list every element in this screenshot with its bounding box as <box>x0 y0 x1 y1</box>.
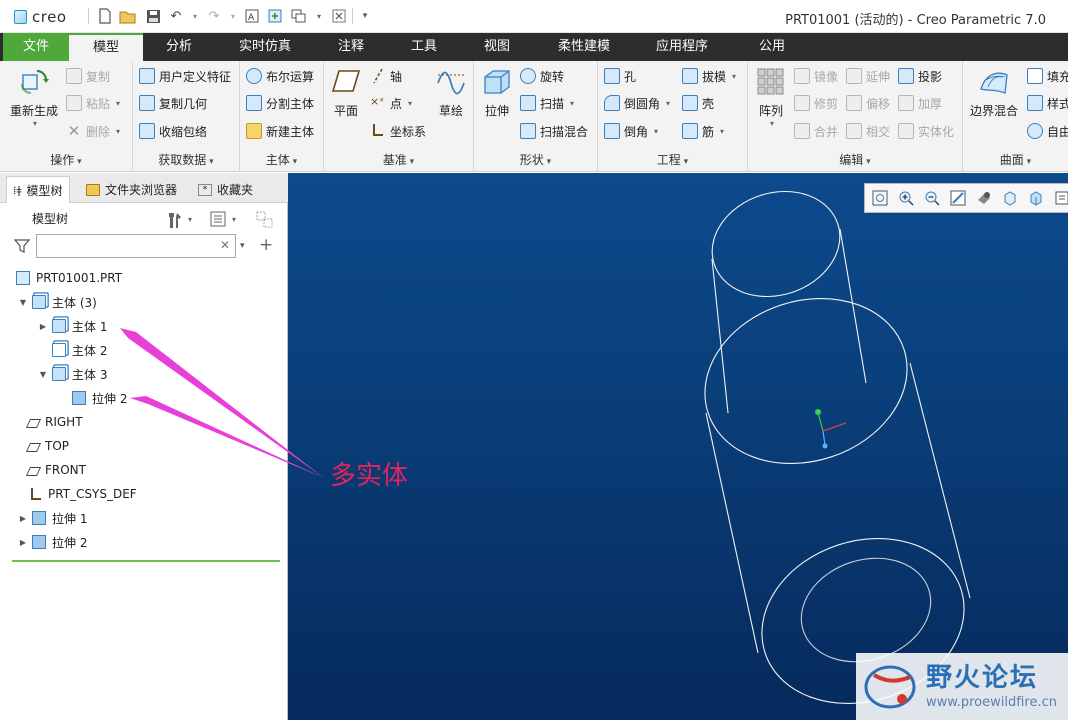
watermark: 野火论坛 www.proewildfire.cn <box>856 653 1068 720</box>
watermark-logo-icon <box>864 665 916 709</box>
annotation-arrows <box>120 328 324 478</box>
watermark-url: www.proewildfire.cn <box>926 695 1057 710</box>
annotation-multi-body: 多实体 <box>330 461 409 491</box>
creo-window: creo ↶ ▾ ↷ ▾ A ▾ ▾ PRT01001 (活动的) - Creo… <box>0 0 1068 720</box>
watermark-title: 野火论坛 <box>926 663 1039 693</box>
